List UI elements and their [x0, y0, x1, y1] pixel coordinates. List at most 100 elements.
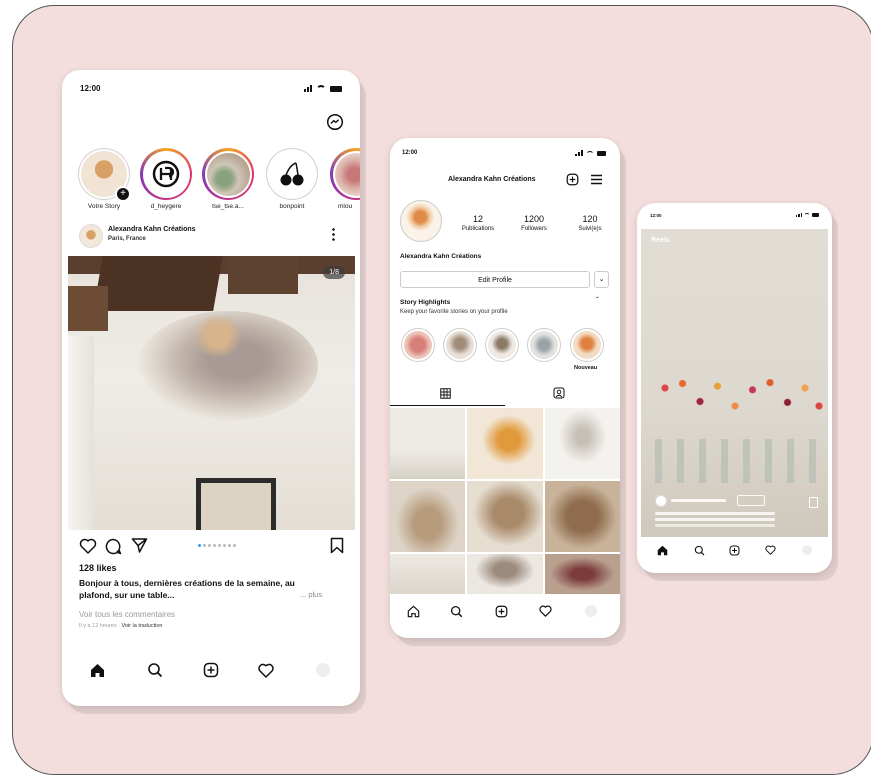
grid-photo[interactable]	[390, 481, 466, 552]
profile-title: Alexandra Kahn Créations	[448, 176, 536, 183]
post-account-name[interactable]: Alexandra Kahn Créations	[108, 226, 196, 233]
story-item[interactable]: tse_tse.a...	[202, 148, 254, 210]
highlights-subtitle: Keep your favorite stories on your profi…	[400, 309, 508, 315]
photo-grid	[390, 408, 620, 594]
grid-photo[interactable]	[467, 408, 543, 479]
profile-tab-avatar[interactable]	[802, 545, 812, 555]
post-image[interactable]: 1/8	[68, 256, 355, 530]
new-post-icon[interactable]	[203, 662, 219, 678]
wifi-icon	[316, 85, 326, 92]
grid-tab-underline	[390, 405, 505, 406]
signal-icon	[304, 85, 312, 92]
grid-photo[interactable]	[390, 554, 466, 594]
grid-photo[interactable]	[544, 408, 620, 479]
new-post-icon[interactable]	[729, 545, 740, 556]
reel-caption	[655, 512, 775, 515]
status-bar: 12:00	[637, 203, 832, 223]
tagged-tab-icon[interactable]	[553, 387, 565, 399]
post-avatar[interactable]	[79, 224, 103, 248]
dried-flowers	[188, 316, 248, 356]
chevron-up-icon[interactable]: ˆ	[596, 296, 599, 305]
activity-icon[interactable]	[258, 663, 274, 678]
translate-link[interactable]: Voir la traduction	[122, 623, 163, 629]
save-icon[interactable]	[330, 537, 344, 554]
stat-followers[interactable]: 1200 Followers	[510, 214, 558, 232]
home-icon[interactable]	[90, 663, 105, 678]
new-post-icon[interactable]	[495, 605, 508, 618]
menu-icon[interactable]	[590, 174, 603, 185]
activity-icon[interactable]	[765, 545, 776, 555]
highlights-title: Story Highlights	[400, 299, 451, 306]
add-story-icon[interactable]: +	[115, 186, 131, 202]
post-more-icon[interactable]	[332, 227, 335, 241]
activity-icon[interactable]	[539, 605, 552, 617]
post-caption: Bonjour à tous, dernières créations de l…	[79, 578, 295, 600]
highlight-item[interactable]	[527, 328, 561, 362]
avatar	[334, 152, 360, 196]
story-item[interactable]: bonpoint	[266, 148, 318, 210]
avatar	[206, 152, 250, 196]
profile-avatar[interactable]	[400, 200, 442, 242]
reel-author-avatar[interactable]	[655, 495, 667, 507]
stat-publications[interactable]: 12 Publications	[454, 214, 502, 232]
messenger-icon[interactable]	[326, 113, 344, 131]
stat-label: Followers	[521, 226, 547, 232]
story-item[interactable]: mlou	[330, 148, 360, 210]
avatar	[269, 151, 315, 197]
status-time: 12:00	[650, 213, 662, 218]
highlight-item[interactable]	[485, 328, 519, 362]
wifi-icon	[586, 150, 594, 156]
carousel-dots	[198, 544, 236, 547]
stat-value: 1200	[523, 214, 545, 224]
grid-photo[interactable]	[544, 554, 620, 594]
grid-photo[interactable]	[467, 481, 543, 552]
story-label: Votre Story	[87, 203, 121, 210]
reel-video[interactable]: Reels	[641, 229, 828, 537]
story-label: bonpoint	[279, 203, 305, 210]
brand-logo-icon	[152, 160, 180, 188]
new-post-icon[interactable]	[566, 173, 579, 186]
image-counter: 1/8	[323, 266, 345, 279]
reel-author-name[interactable]	[671, 499, 726, 502]
highlight-new[interactable]	[570, 328, 604, 362]
profile-tab-avatar[interactable]	[585, 605, 597, 617]
search-icon[interactable]	[694, 545, 705, 556]
stat-value: 12	[472, 214, 483, 224]
highlight-item[interactable]	[443, 328, 477, 362]
grid-photo[interactable]	[544, 481, 620, 552]
ceiling-beam	[68, 286, 108, 331]
like-icon[interactable]	[79, 538, 97, 554]
share-icon[interactable]	[131, 537, 148, 554]
home-icon[interactable]	[407, 605, 420, 618]
follow-button[interactable]	[737, 495, 765, 506]
stat-label: Suivi(e)s	[578, 226, 602, 232]
status-time: 12:00	[80, 84, 101, 93]
reel-save-icon[interactable]	[809, 497, 818, 508]
story-item[interactable]: + Votre Story	[78, 148, 131, 210]
reels-title: Reels	[651, 237, 670, 244]
likes-count[interactable]: 128 likes	[79, 563, 117, 573]
comment-icon[interactable]	[105, 538, 122, 555]
story-label: mlou	[338, 203, 353, 210]
status-time: 12:00	[402, 150, 418, 156]
search-icon[interactable]	[450, 605, 463, 618]
grid-photo[interactable]	[467, 554, 543, 594]
home-icon[interactable]	[657, 545, 668, 556]
grid-tab-icon[interactable]	[440, 388, 451, 399]
post-location[interactable]: Paris, France	[108, 236, 146, 242]
vase-row	[655, 439, 825, 483]
highlight-item[interactable]	[401, 328, 435, 362]
search-icon[interactable]	[147, 662, 163, 678]
stat-following[interactable]: 120 Suivi(e)s	[566, 214, 614, 232]
story-item[interactable]: d_heygere	[140, 148, 192, 210]
battery-icon	[330, 85, 342, 92]
grid-photo[interactable]	[390, 408, 466, 479]
view-comments-link[interactable]: Voir tous les commentaires	[79, 610, 175, 619]
ceiling-beam	[93, 256, 223, 311]
profile-tab-avatar[interactable]	[316, 663, 330, 677]
chevron-down-icon[interactable]: ⌄	[594, 271, 609, 288]
edit-profile-button[interactable]: Edit Profile	[400, 271, 590, 288]
wall-frame	[196, 478, 276, 530]
caption-more-link[interactable]: ... plus	[300, 590, 322, 599]
stat-label: Publications	[461, 226, 495, 232]
